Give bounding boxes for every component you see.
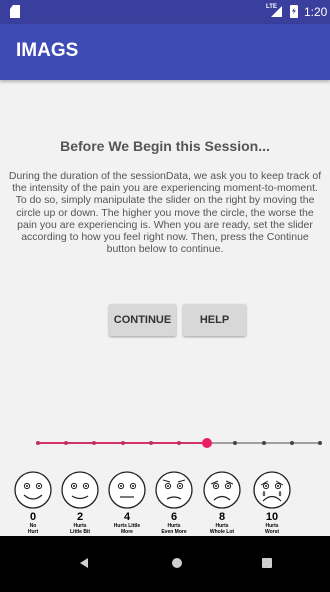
face-hurts-worst-icon — [253, 471, 291, 509]
pain-scale-item: 8 Hurts Whole Lot — [197, 470, 247, 535]
pain-score: 10 — [265, 511, 279, 523]
pain-slider[interactable] — [36, 437, 322, 449]
slider-tick — [233, 441, 238, 445]
slider-tick — [289, 441, 294, 445]
slider-tick — [318, 441, 322, 445]
battery-icon — [290, 5, 298, 18]
face-hurts-whole-lot-icon — [203, 471, 241, 509]
slider-tick — [120, 441, 125, 445]
continue-button[interactable]: CONTINUE — [109, 304, 176, 336]
pain-scale: 0 No Hurt 2 Hurts Little Bit 4 Hurts Little More… — [0, 470, 330, 536]
pain-description: No Hurt — [27, 523, 39, 535]
slider-tick — [148, 441, 153, 445]
back-icon[interactable] — [80, 558, 88, 568]
pain-description: Hurts Even More — [161, 523, 187, 535]
app-title: IMAGS — [16, 40, 79, 61]
face-no-hurt-icon — [14, 471, 52, 509]
pain-description: Hurts Whole Lot — [209, 523, 235, 535]
help-button[interactable]: HELP — [183, 304, 246, 336]
face-hurts-even-more-icon — [155, 471, 193, 509]
page-heading: Before We Begin this Session... — [60, 138, 270, 154]
slider-tick — [261, 441, 266, 445]
status-bar: LTE 1:20 — [0, 0, 330, 24]
home-icon[interactable] — [172, 558, 182, 568]
pain-description: Hurts Little More — [113, 523, 141, 535]
recents-icon[interactable] — [262, 558, 272, 568]
face-hurts-little-more-icon — [108, 471, 146, 509]
pain-scale-item: 2 Hurts Little Bit — [55, 470, 105, 535]
face-hurts-little-bit-icon — [61, 471, 99, 509]
slider-tick — [92, 441, 97, 445]
sd-card-icon — [10, 5, 20, 18]
slider-tick — [177, 441, 181, 445]
pain-scale-item: 6 Hurts Even More — [149, 470, 199, 535]
pain-score: 4 — [123, 511, 131, 523]
navigation-bar — [0, 536, 330, 592]
pain-score: 6 — [170, 511, 178, 523]
pain-score: 8 — [218, 511, 226, 523]
pain-scale-item: 0 No Hurt — [8, 470, 58, 535]
app-bar: IMAGS — [0, 24, 330, 80]
instructions-text: During the duration of the sessionData, … — [8, 170, 322, 256]
pain-score: 2 — [76, 511, 84, 523]
pain-scale-item: 4 Hurts Little More — [102, 470, 152, 535]
slider-tick — [64, 441, 69, 445]
status-time: 1:20 — [304, 5, 328, 19]
pain-description: Hurts Worst — [264, 523, 280, 535]
pain-description: Hurts Little Bit — [70, 523, 90, 535]
slider-thumb[interactable] — [202, 438, 213, 448]
pain-scale-item: 10 Hurts Worst — [247, 470, 297, 535]
pain-score: 0 — [29, 511, 37, 523]
slider-tick — [36, 441, 40, 445]
network-type: LTE — [266, 4, 277, 10]
